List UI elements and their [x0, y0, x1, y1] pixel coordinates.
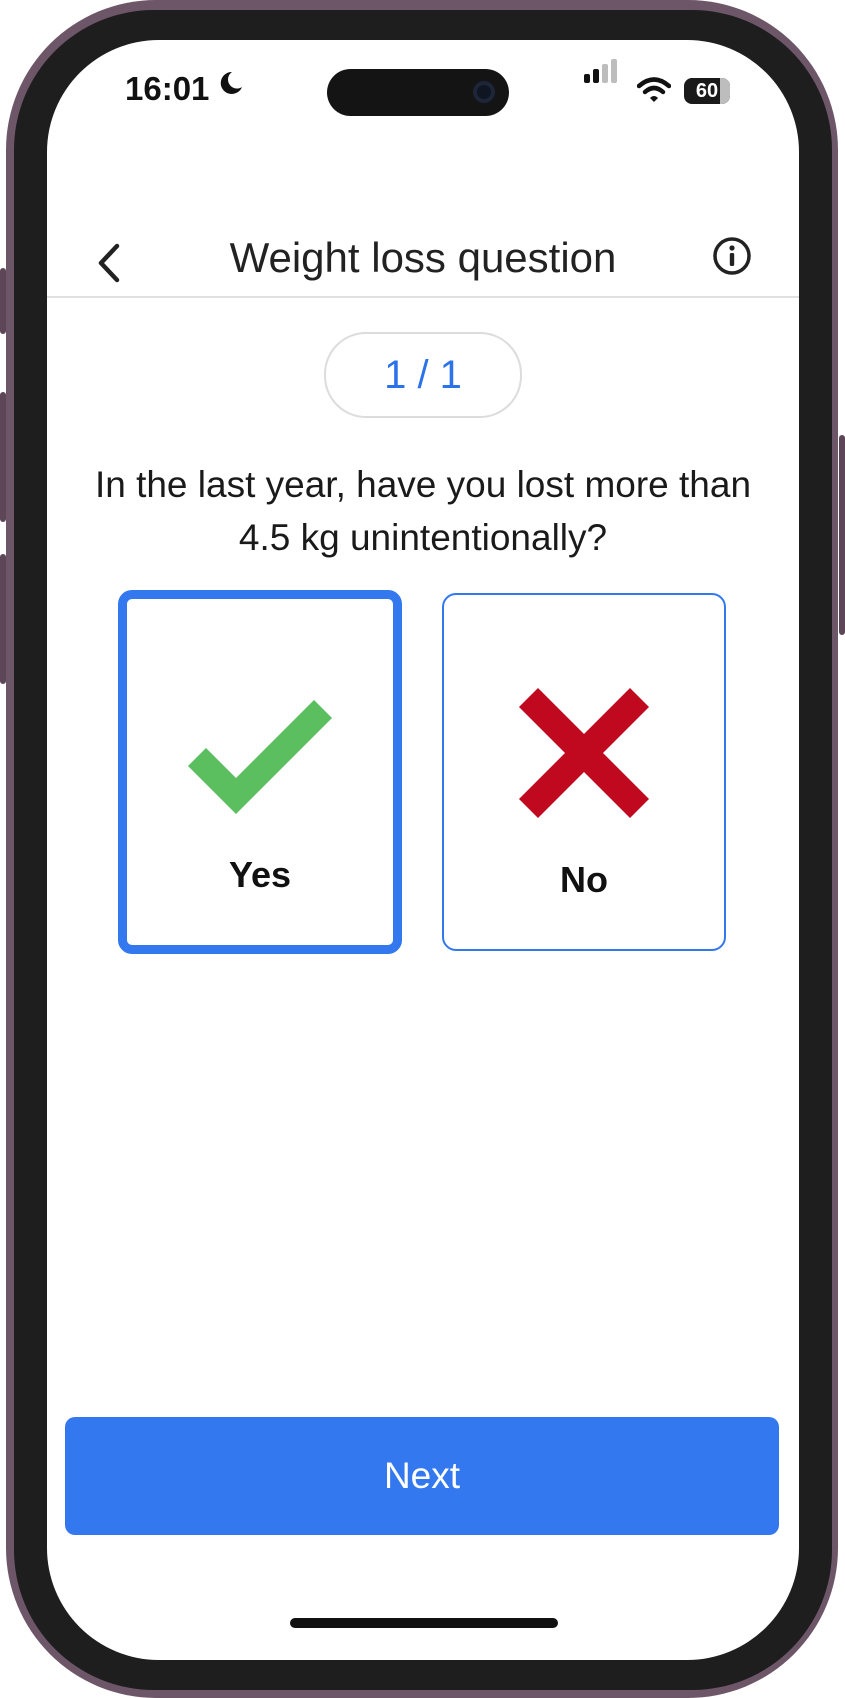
page-title: Weight loss question [229, 234, 617, 281]
info-icon[interactable] [712, 236, 752, 276]
side-button-right [839, 435, 845, 635]
camera-icon [473, 81, 495, 103]
option-yes-label: Yes [228, 854, 292, 895]
checkmark-icon [188, 700, 332, 814]
battery-level: 60 [695, 80, 719, 102]
question-text: In the last year, have you lost more tha… [94, 464, 752, 558]
moon-icon [220, 71, 242, 94]
dynamic-island [327, 69, 509, 116]
question-progress-badge: 1 / 1 [324, 332, 522, 418]
side-button-left-1 [0, 268, 6, 334]
option-yes-button[interactable]: Yes [118, 590, 402, 954]
option-no-label: No [560, 859, 608, 900]
status-time: 16:01 [125, 70, 210, 107]
screen: 16:01 60 Weight loss question 1 / 1 In t… [47, 40, 799, 1660]
cross-icon [519, 688, 649, 818]
battery-icon: 60 [684, 78, 730, 104]
option-no-button[interactable]: No [442, 593, 726, 951]
side-button-left-2 [0, 392, 6, 522]
wifi-icon [637, 77, 671, 102]
home-indicator [290, 1618, 558, 1628]
next-button[interactable]: Next [65, 1417, 779, 1535]
nav-bar: Weight loss question [47, 190, 799, 340]
side-button-left-3 [0, 554, 6, 684]
header-divider [47, 296, 799, 298]
